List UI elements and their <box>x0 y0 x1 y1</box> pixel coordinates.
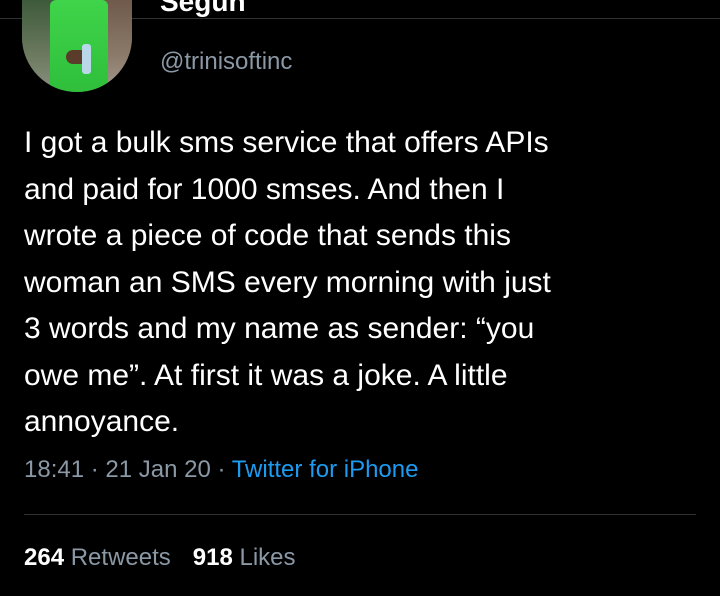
retweets-label: Retweets <box>70 544 171 571</box>
likes-count: 918 <box>192 544 233 571</box>
avatar-figure <box>50 0 108 92</box>
tweet-date[interactable]: 21 Jan 20 <box>105 456 210 483</box>
stats-divider <box>24 514 696 515</box>
tweet-stats: 264 Retweets 918 Likes <box>24 544 296 572</box>
retweets-count: 264 <box>24 544 65 571</box>
retweets-stat[interactable]: 264 Retweets <box>24 544 171 571</box>
likes-label: Likes <box>239 544 296 571</box>
author-handle[interactable]: @trinisoftinc <box>160 48 292 76</box>
author-display-name[interactable]: Segun <box>160 0 246 18</box>
meta-separator: · <box>210 456 232 483</box>
tweet-source-link[interactable]: Twitter for iPhone <box>232 456 419 483</box>
meta-separator: · <box>84 456 106 483</box>
tweet-text: I got a bulk sms service that offers API… <box>24 126 551 438</box>
avatar-bottle <box>82 44 91 74</box>
tweet-meta: 18:41 · 21 Jan 20 · Twitter for iPhone <box>24 456 418 484</box>
likes-stat[interactable]: 918 Likes <box>193 544 296 571</box>
avatar[interactable] <box>22 0 132 92</box>
tweet-time[interactable]: 18:41 <box>24 456 84 483</box>
